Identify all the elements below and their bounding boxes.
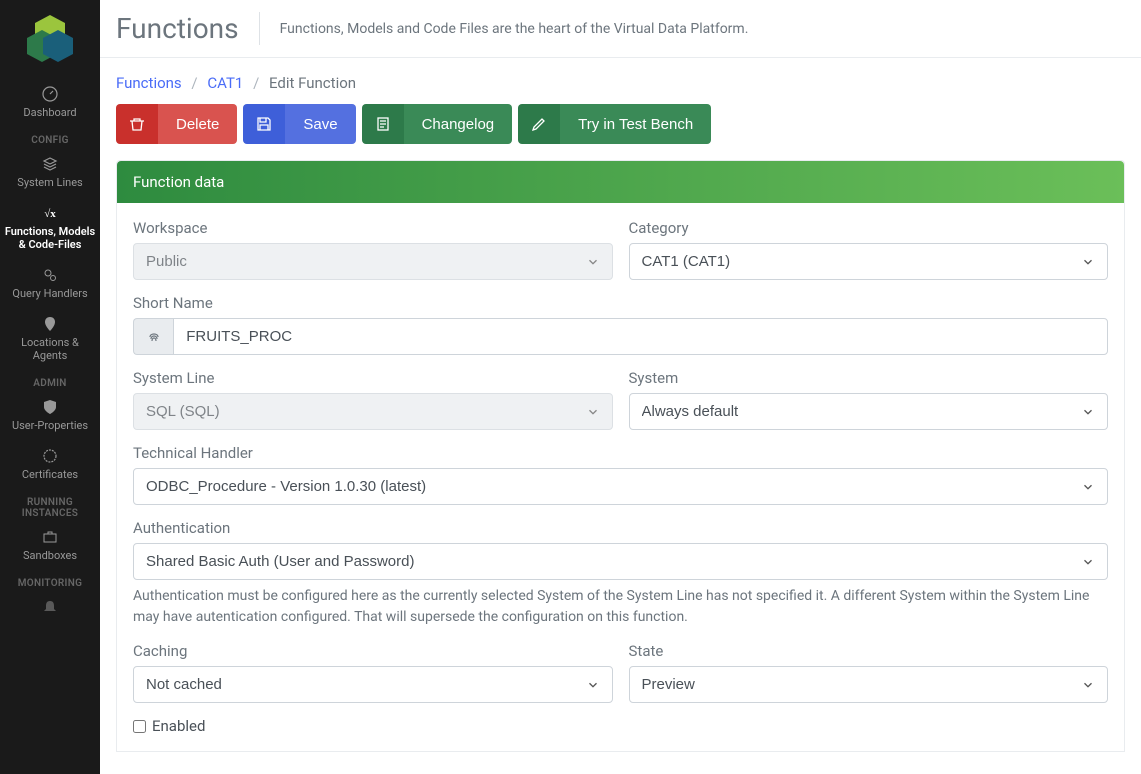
logo [20,10,80,70]
state-label: State [629,642,1109,660]
fingerprint-icon [133,318,173,355]
button-label: Changelog [404,104,513,144]
nav-certificates[interactable]: Certificates [0,440,100,489]
nav-label: Query Handlers [12,287,87,300]
bell-icon [42,599,58,615]
nav-label: Certificates [22,468,78,481]
nav-label: Functions, Models & Code-Files [5,225,95,251]
nav-section-monitoring: MONITORING [18,578,82,589]
system-select[interactable]: Always default [629,393,1109,430]
nav-section-config: CONFIG [31,135,69,146]
nav-section-running: RUNNING INSTANCES [0,497,100,519]
shortname-input[interactable] [173,318,1108,355]
category-select[interactable]: CAT1 (CAT1) [629,243,1109,280]
systemline-select[interactable]: SQL (SQL) [133,393,613,430]
button-label: Try in Test Bench [560,104,711,144]
system-label: System [629,369,1109,387]
panel-title: Function data [117,161,1124,203]
button-label: Save [285,104,355,144]
toolbar: Delete Save Changelog Try in Test Bench [100,104,1141,160]
cogs-icon [42,267,58,283]
pencil-icon [518,104,560,144]
nav-label: Dashboard [23,106,76,119]
handler-select[interactable]: ODBC_Procedure - Version 1.0.30 (latest) [133,468,1108,505]
systemline-label: System Line [133,369,613,387]
changelog-button[interactable]: Changelog [362,104,513,144]
nav-query-handlers[interactable]: Query Handlers [0,259,100,308]
layers-icon [42,156,58,172]
caching-label: Caching [133,642,613,660]
enabled-label: Enabled [152,717,205,735]
workspace-select[interactable]: Public [133,243,613,280]
save-button[interactable]: Save [243,104,355,144]
breadcrumb-sep: / [253,74,259,92]
breadcrumb-cat1[interactable]: CAT1 [207,74,243,92]
page-header: Functions Functions, Models and Code Fil… [100,0,1141,58]
caching-select[interactable]: Not cached [133,666,613,703]
nav-sandboxes[interactable]: Sandboxes [0,521,100,570]
page-subtitle: Functions, Models and Code Files are the… [260,21,749,37]
shield-icon [42,399,58,415]
category-label: Category [629,219,1109,237]
enabled-checkbox[interactable] [133,720,146,733]
shortname-label: Short Name [133,294,1108,312]
briefcase-icon [42,529,58,545]
nav-label: User-Properties [12,419,88,432]
testbench-button[interactable]: Try in Test Bench [518,104,711,144]
nav-section-admin: ADMIN [33,378,66,389]
breadcrumb: Functions / CAT1 / Edit Function [100,58,1141,104]
nav-label: Sandboxes [23,549,77,562]
breadcrumb-sep: / [191,74,197,92]
delete-button[interactable]: Delete [116,104,237,144]
save-icon [243,104,285,144]
function-data-panel: Function data Workspace Public Category … [116,160,1125,752]
gauge-icon [42,86,58,102]
main-content: Functions Functions, Models and Code Fil… [100,0,1141,774]
breadcrumb-functions[interactable]: Functions [116,74,182,92]
nav-dashboard[interactable]: Dashboard [0,78,100,127]
auth-label: Authentication [133,519,1108,537]
nav-locations[interactable]: Locations & Agents [0,308,100,370]
sidebar: Dashboard CONFIG System Lines √x Functio… [0,0,100,774]
breadcrumb-current: Edit Function [269,74,356,92]
handler-label: Technical Handler [133,444,1108,462]
auth-help-text: Authentication must be configured here a… [133,586,1108,628]
svg-text:√x: √x [44,208,56,220]
pin-icon [42,316,58,332]
workspace-label: Workspace [133,219,613,237]
function-icon: √x [42,205,58,221]
nav-label: Locations & Agents [21,336,79,362]
book-icon [362,104,404,144]
trash-icon [116,104,158,144]
auth-select[interactable]: Shared Basic Auth (User and Password) [133,543,1108,580]
page-title: Functions [116,12,260,45]
nav-monitoring-item[interactable] [0,591,100,627]
state-select[interactable]: Preview [629,666,1109,703]
nav-label: System Lines [17,176,82,189]
nav-system-lines[interactable]: System Lines [0,148,100,197]
nav-user-properties[interactable]: User-Properties [0,391,100,440]
nav-functions[interactable]: √x Functions, Models & Code-Files [0,197,100,259]
button-label: Delete [158,104,237,144]
certificate-icon [42,448,58,464]
